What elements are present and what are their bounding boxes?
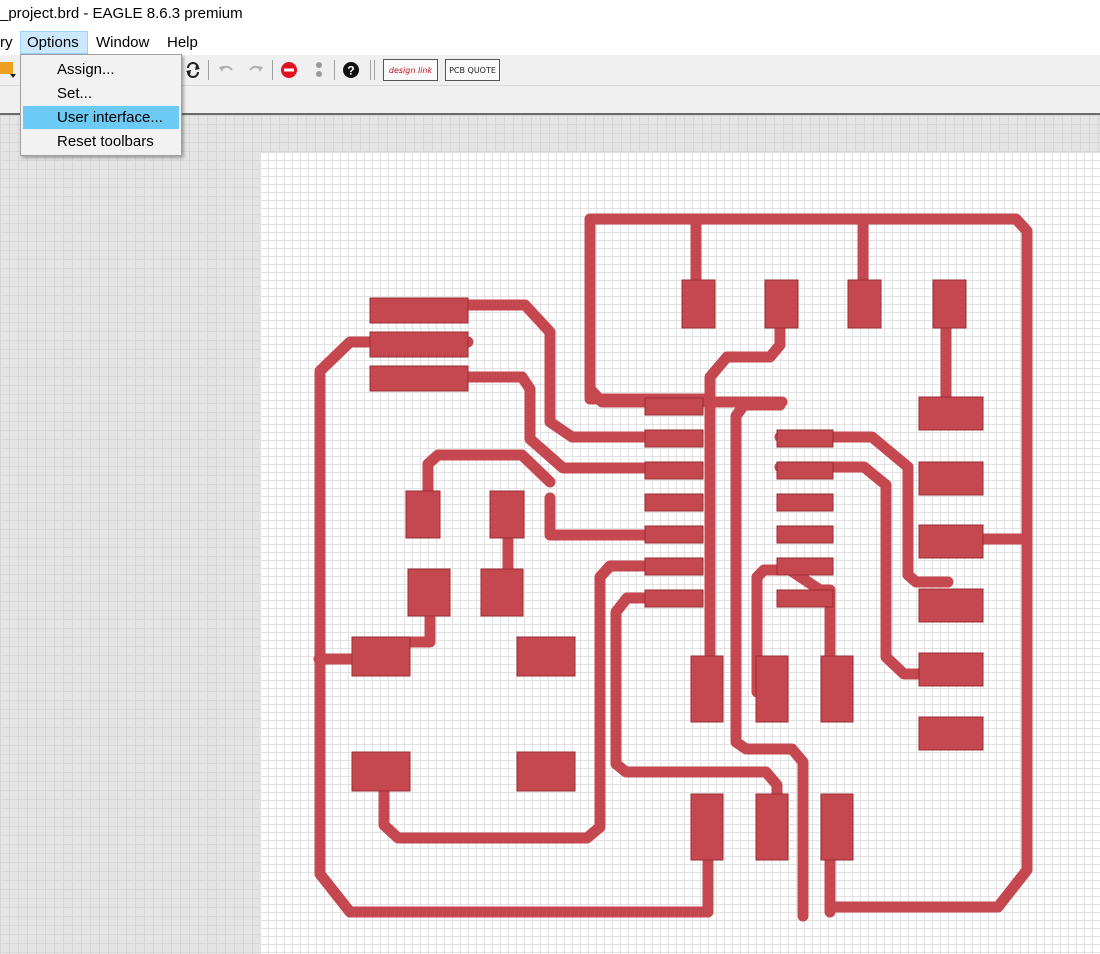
- trace: [422, 449, 556, 497]
- ic-pin: [644, 429, 704, 448]
- menu-item-assign[interactable]: Assign...: [23, 58, 179, 81]
- smd-pad: [681, 279, 716, 329]
- smd-pad: [407, 568, 451, 617]
- smd-pad: [847, 279, 882, 329]
- ulp-icon[interactable]: [0, 59, 16, 81]
- smd-pad: [351, 751, 411, 792]
- menu-item-reset-toolbars[interactable]: Reset toolbars: [23, 130, 179, 153]
- smd-pad: [516, 751, 576, 792]
- redo-icon[interactable]: [245, 59, 267, 81]
- ic-pin: [776, 589, 834, 608]
- menu-window[interactable]: Window: [90, 31, 155, 54]
- window-title: _project.brd - EAGLE 8.6.3 premium: [0, 5, 243, 22]
- ic-pin: [644, 397, 704, 416]
- ic-pin: [776, 525, 834, 544]
- board-canvas[interactable]: [260, 152, 1100, 954]
- design-link-label: design link: [388, 65, 433, 75]
- toolbar-separator: [208, 60, 209, 80]
- menu-options[interactable]: Options: [20, 31, 88, 54]
- toolbar-separator: [374, 60, 375, 80]
- smd-pad: [932, 279, 967, 329]
- smd-pad: [918, 396, 984, 431]
- smd-pad: [820, 793, 854, 861]
- menu-item-user-interface[interactable]: User interface...: [23, 106, 179, 129]
- ic-pin: [644, 461, 704, 480]
- smd-pad: [918, 461, 984, 496]
- options-dropdown-menu: Assign... Set... User interface... Reset…: [20, 54, 182, 156]
- help-icon[interactable]: ?: [340, 59, 362, 81]
- ic-pin: [644, 493, 704, 512]
- smd-pad: [690, 655, 724, 723]
- ic-pin: [776, 461, 834, 480]
- smd-pad: [918, 716, 984, 751]
- toolbar-separator: [370, 60, 371, 80]
- undo-icon[interactable]: [215, 59, 237, 81]
- toolbar-separator: [272, 60, 273, 80]
- design-link-button[interactable]: design link: [383, 59, 438, 81]
- pcb-quote-button[interactable]: PCB QUOTE: [445, 59, 500, 81]
- stop-icon[interactable]: [278, 59, 300, 81]
- smd-pad: [690, 793, 724, 861]
- menu-help[interactable]: Help: [161, 31, 204, 54]
- ic-pin: [776, 557, 834, 576]
- smd-pad: [764, 279, 799, 329]
- smd-pad: [918, 524, 984, 559]
- trace: [314, 336, 714, 918]
- toolbar-separator: [334, 60, 335, 80]
- smd-pad: [480, 568, 524, 617]
- trace: [462, 299, 686, 443]
- ic-pin: [776, 429, 834, 448]
- smd-pad: [820, 655, 854, 723]
- trace: [704, 296, 786, 660]
- refresh-icon[interactable]: [183, 59, 203, 81]
- pcb-board: [313, 213, 1033, 922]
- go-icon[interactable]: [308, 59, 330, 81]
- smd-pad: [351, 636, 411, 677]
- smd-pad: [489, 490, 525, 539]
- smd-pad: [755, 655, 789, 723]
- svg-text:?: ?: [347, 64, 354, 78]
- menu-item-set[interactable]: Set...: [23, 82, 179, 105]
- smd-pad: [405, 490, 441, 539]
- header-pad-3: [369, 365, 469, 392]
- header-pad-2: [369, 331, 469, 358]
- menu-library[interactable]: ry: [0, 31, 19, 54]
- pcb-quote-label: PCB QUOTE: [449, 65, 496, 75]
- menu-bar: ry Options Window Help: [0, 30, 1100, 55]
- ic-pin: [776, 493, 834, 512]
- ic-pin: [644, 557, 704, 576]
- smd-pad: [516, 636, 576, 677]
- header-pad-1: [369, 297, 469, 324]
- ic-pin: [644, 525, 704, 544]
- smd-pad: [918, 588, 984, 623]
- ic-pin: [644, 589, 704, 608]
- smd-pad: [755, 793, 789, 861]
- title-bar: _project.brd - EAGLE 8.6.3 premium: [0, 0, 1100, 30]
- smd-pad: [918, 652, 984, 687]
